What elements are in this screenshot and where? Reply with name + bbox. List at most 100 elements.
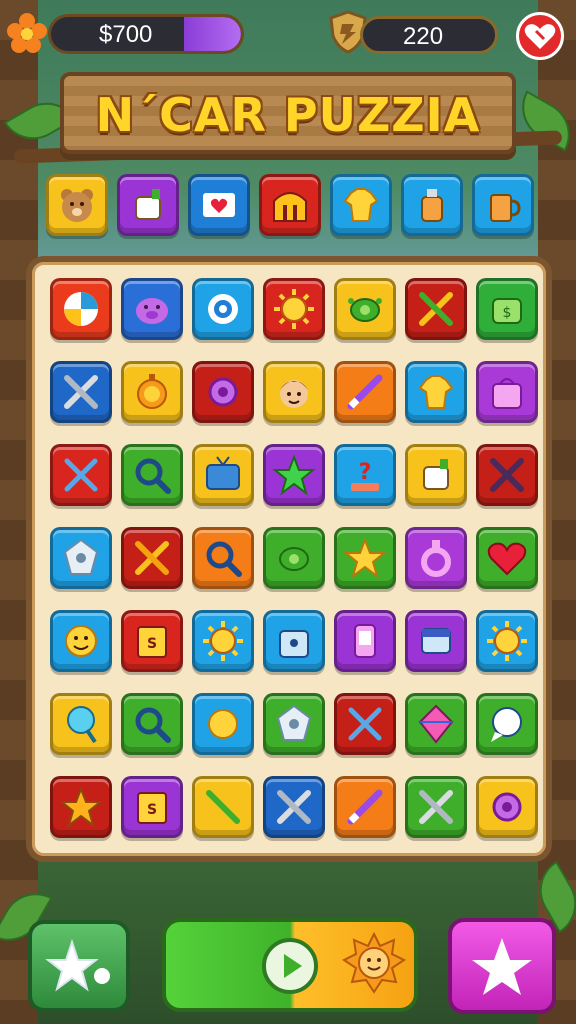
magnifier-icon: [135, 458, 171, 494]
board-tile[interactable]: [50, 610, 112, 672]
crossed-sticks-icon: [135, 541, 169, 575]
crossed-wrenches-icon: [419, 790, 453, 824]
magic-star-button[interactable]: [448, 918, 556, 1014]
goal-tile[interactable]: [401, 174, 463, 236]
board-tile[interactable]: [121, 693, 183, 755]
board-tile[interactable]: [263, 610, 325, 672]
board-tile[interactable]: [405, 278, 467, 340]
board-tile[interactable]: [334, 776, 396, 838]
play-bar-button[interactable]: [162, 918, 418, 1012]
board-tile[interactable]: [263, 444, 325, 506]
bear-face-icon: [61, 189, 93, 222]
tag-bag-icon: [279, 630, 309, 658]
speech-bubble-icon: [491, 707, 522, 742]
board-tile[interactable]: [121, 527, 183, 589]
board-tile[interactable]: [50, 693, 112, 755]
board-tile[interactable]: [476, 693, 538, 755]
book-icon: S: [137, 626, 167, 658]
question-block-icon: ?: [351, 460, 379, 491]
shirt-icon: [343, 188, 379, 222]
board-tile[interactable]: [263, 361, 325, 423]
crossed-pencils-icon: [206, 790, 240, 824]
board-tile[interactable]: [121, 278, 183, 340]
pencil-icon: [347, 789, 383, 825]
title-sign: N´CAR PUZZIA: [60, 72, 516, 154]
sun-face-icon: [342, 932, 406, 994]
shirt-icon: [418, 375, 454, 409]
svg-text:?: ?: [359, 460, 372, 485]
board-tile[interactable]: [192, 278, 254, 340]
board-tile[interactable]: [192, 693, 254, 755]
goal-tile[interactable]: [259, 174, 321, 236]
board-tile[interactable]: $: [476, 278, 538, 340]
board-tile[interactable]: [334, 278, 396, 340]
board-tile[interactable]: [476, 444, 538, 506]
score-counter: 220: [360, 16, 498, 54]
eraser-icon: [421, 628, 451, 654]
board-tile[interactable]: ?: [334, 444, 396, 506]
glue-tube-icon: [135, 189, 161, 220]
star-wand-button[interactable]: [28, 920, 130, 1012]
board-tile[interactable]: [263, 693, 325, 755]
gear-icon: [208, 377, 238, 407]
turtle-icon: [277, 547, 311, 571]
sun-gear-icon: [274, 289, 314, 329]
board-tile[interactable]: [405, 693, 467, 755]
board-tile[interactable]: [405, 361, 467, 423]
board-tile[interactable]: [192, 776, 254, 838]
board-tile[interactable]: [192, 527, 254, 589]
goal-tile[interactable]: [188, 174, 250, 236]
star-icon: [272, 454, 316, 496]
turtle-icon: [348, 298, 382, 322]
board-tile[interactable]: [334, 361, 396, 423]
board-tile[interactable]: [405, 776, 467, 838]
board-tile[interactable]: [121, 361, 183, 423]
board-tile[interactable]: [50, 278, 112, 340]
board-tile[interactable]: [192, 361, 254, 423]
beach-ball-icon: [64, 292, 98, 326]
play-button[interactable]: [262, 938, 318, 994]
flower-icon: [7, 13, 47, 53]
board-tile[interactable]: S: [121, 776, 183, 838]
sun-face-icon: [65, 625, 97, 657]
crossed-swords-icon: [348, 707, 382, 741]
board-tile[interactable]: [263, 776, 325, 838]
board-tile[interactable]: [334, 693, 396, 755]
board-tile[interactable]: [263, 527, 325, 589]
heart-icon: [487, 542, 527, 576]
board-tile[interactable]: [263, 278, 325, 340]
arch-gate-icon: [273, 192, 307, 222]
board-tile[interactable]: [476, 610, 538, 672]
lives-heart-button[interactable]: [516, 12, 564, 60]
gem-badge-icon: [63, 538, 99, 575]
magic-star-icon: [472, 938, 532, 995]
board-tile[interactable]: [121, 444, 183, 506]
goal-tile[interactable]: [117, 174, 179, 236]
board-tile[interactable]: S: [121, 610, 183, 672]
board-tile[interactable]: [476, 527, 538, 589]
board-tile[interactable]: [334, 527, 396, 589]
magnifier-icon: [206, 541, 242, 577]
board-tile[interactable]: [405, 610, 467, 672]
goal-tile[interactable]: [46, 174, 108, 236]
board-tile[interactable]: [405, 444, 467, 506]
board-tile[interactable]: [334, 610, 396, 672]
shopping-bag-icon: [492, 378, 522, 409]
goal-tile[interactable]: [472, 174, 534, 236]
board-tile[interactable]: [476, 776, 538, 838]
board-tile[interactable]: [50, 527, 112, 589]
board-tile[interactable]: [50, 444, 112, 506]
board-tile[interactable]: [50, 361, 112, 423]
board-tile[interactable]: [192, 444, 254, 506]
pencil-icon: [347, 374, 383, 410]
crossed-swords-icon: [64, 458, 98, 492]
board-tile[interactable]: [476, 361, 538, 423]
svg-text:S: S: [147, 636, 157, 652]
crossed-pens-icon: [490, 458, 524, 492]
goal-tile[interactable]: [330, 174, 392, 236]
board-tile[interactable]: [405, 527, 467, 589]
svg-text:$: $: [503, 305, 512, 321]
pig-face-icon: [136, 298, 168, 324]
board-tile[interactable]: [192, 610, 254, 672]
board-tile[interactable]: [50, 776, 112, 838]
